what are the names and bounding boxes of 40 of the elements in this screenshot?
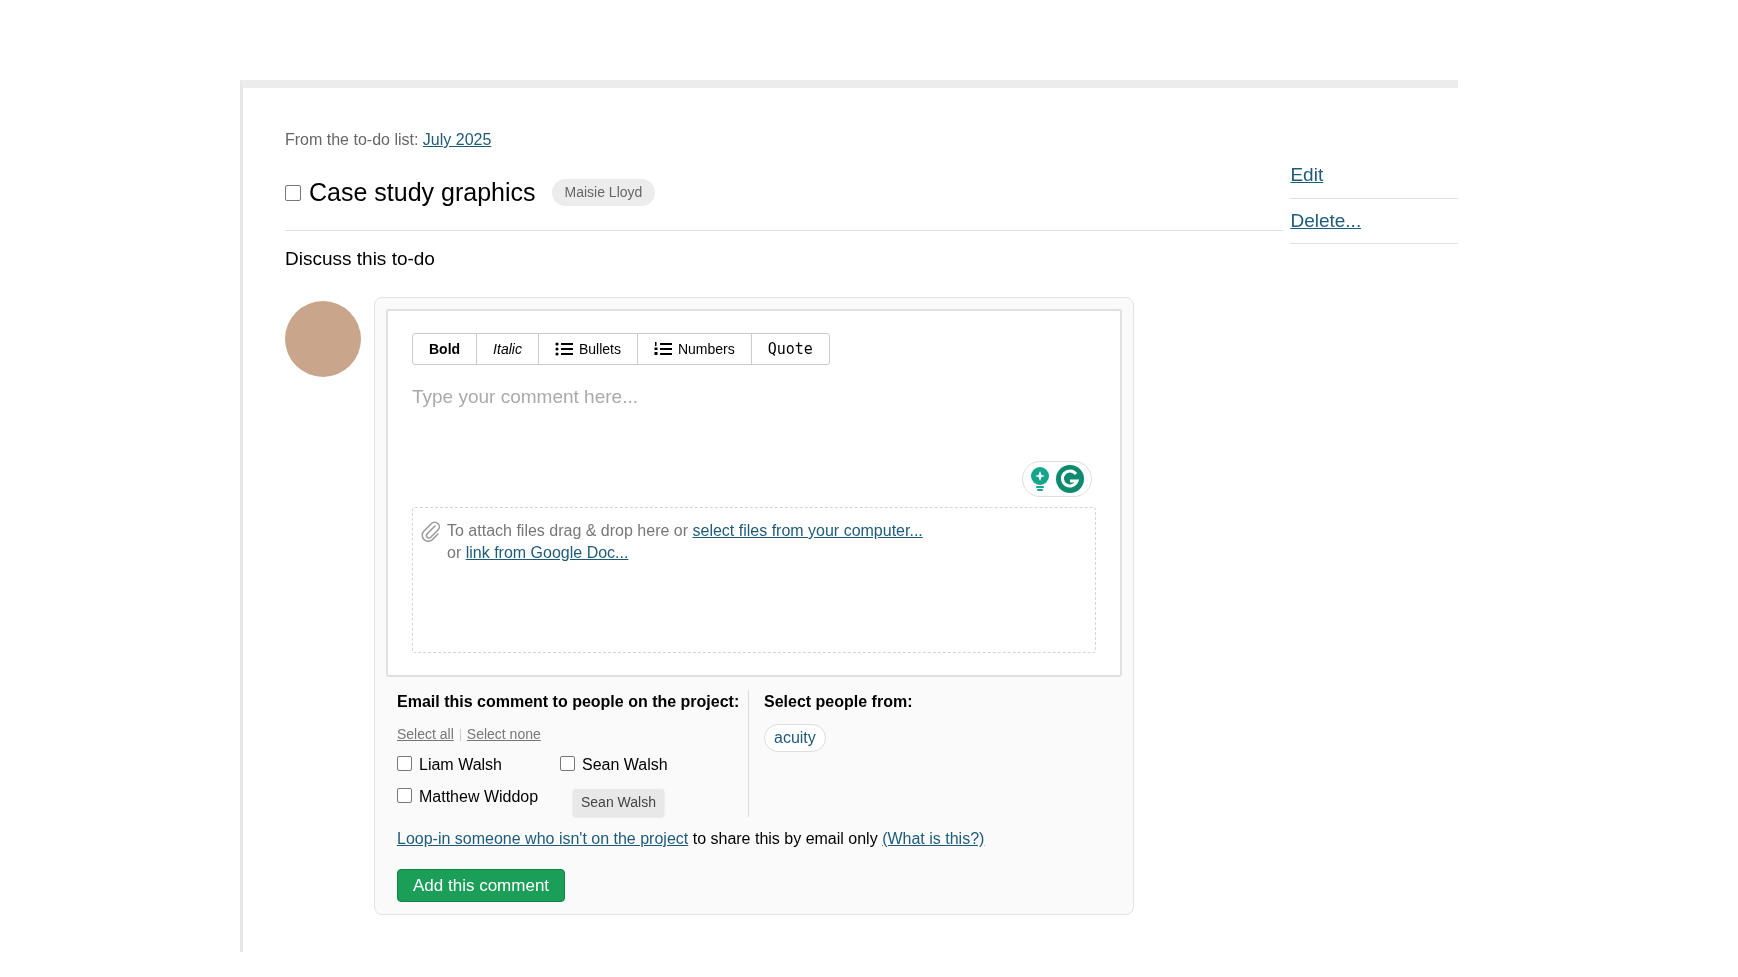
tooltip: Sean Walsh <box>573 789 664 816</box>
attach-hint: or <box>447 544 462 561</box>
format-button[interactable]: Italic <box>476 334 538 364</box>
select-none-link[interactable]: Select none <box>466 724 541 745</box>
todo-list-link[interactable]: July 2025 <box>422 131 492 148</box>
group-chip[interactable]: acuity <box>764 724 826 752</box>
format-button[interactable]: Numbers <box>636 334 751 364</box>
numbered-list-icon <box>653 342 672 356</box>
email-heading: Email this comment to people on the project: <box>397 692 741 712</box>
select-files-link[interactable]: select files from your computer... <box>692 522 923 539</box>
todo-title: Case study graphics <box>309 177 536 208</box>
select-all-link[interactable]: Select all <box>397 724 454 745</box>
assignee-tag: Maisie Lloyd <box>551 179 656 207</box>
person-checkbox[interactable] <box>397 755 412 771</box>
paperclip-icon <box>421 520 441 542</box>
person-name: Liam Walsh <box>419 755 502 775</box>
person-checkbox[interactable] <box>397 787 412 803</box>
format-button[interactable]: Quote <box>750 334 829 364</box>
group-heading: Select people from: <box>764 692 913 712</box>
lightbulb-icon <box>1029 466 1051 492</box>
todo-checkbox[interactable] <box>285 184 301 201</box>
person-name: Sean Walsh <box>582 755 668 775</box>
action-link[interactable]: Edit <box>1290 164 1324 185</box>
format-button[interactable]: Bullets <box>537 334 637 364</box>
help-link[interactable]: (What is this?) <box>882 830 985 847</box>
attachment-dropzone[interactable]: To attach files drag & drop here or select files from your computer... or link from Google Doc... <box>412 507 1096 653</box>
section-heading: Discuss this to-do <box>285 246 436 271</box>
google-doc-link[interactable]: link from Google Doc... <box>465 544 629 561</box>
loop-in-link[interactable]: Loop-in someone who isn't on the project <box>397 830 689 847</box>
comment-field[interactable]: Type your comment here... <box>412 375 1052 420</box>
action-link[interactable]: Delete... <box>1290 209 1362 231</box>
person-checkbox[interactable] <box>560 755 575 771</box>
grammar-badge[interactable] <box>1022 461 1092 497</box>
grammar-logo-icon <box>1055 464 1085 494</box>
loop-in-text: to share this by email only <box>692 830 878 847</box>
bullet-list-icon <box>554 342 573 356</box>
format-button[interactable]: Bold <box>413 334 477 364</box>
person-name: Matthew Widdop <box>419 787 539 807</box>
breadcrumb-label: From the to-do list: <box>285 131 419 148</box>
attach-hint: To attach files drag & drop here or <box>447 522 689 539</box>
